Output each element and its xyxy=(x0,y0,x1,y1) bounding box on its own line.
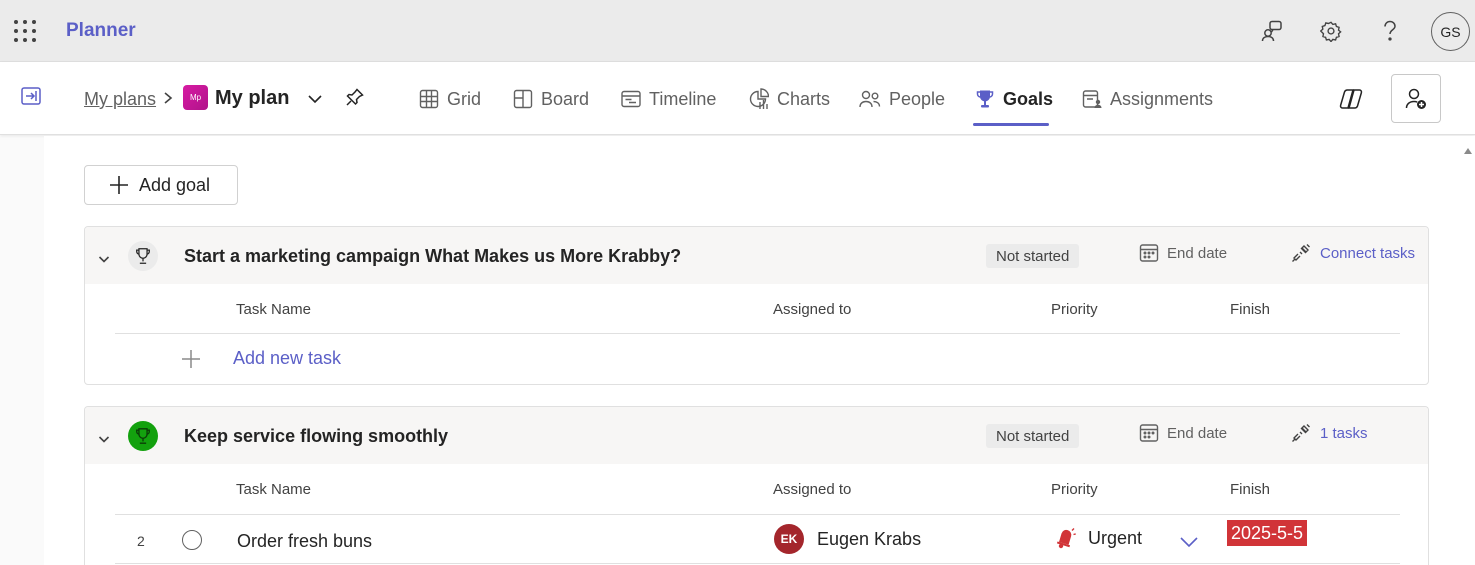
sidebar-toggle-icon[interactable] xyxy=(21,87,41,105)
app-header: Planner GS xyxy=(0,0,1475,62)
add-new-task-label: Add new task xyxy=(233,348,342,368)
link-icon xyxy=(1292,424,1310,442)
finish-date-overdue[interactable]: 2025-5-5 xyxy=(1227,520,1308,546)
status-badge[interactable]: Not started xyxy=(986,244,1080,268)
goal-header: Start a marketing campaign What Makes us… xyxy=(85,227,1428,284)
people-icon xyxy=(859,90,881,108)
tab-timeline[interactable]: Timeline xyxy=(621,84,716,114)
app-launcher-icon[interactable] xyxy=(14,20,36,42)
timeline-icon xyxy=(621,90,641,108)
divider xyxy=(115,333,1400,334)
settings-icon[interactable] xyxy=(1319,19,1343,43)
tab-label: Timeline xyxy=(649,88,717,109)
goal-trophy-icon xyxy=(128,241,158,271)
avatar: EK xyxy=(774,524,804,554)
plus-icon xyxy=(110,176,128,194)
share-plan-button[interactable] xyxy=(1391,74,1441,123)
scroll-up-arrow-icon[interactable] xyxy=(1463,142,1473,154)
plan-header: My plans Mp My plan Grid Board Timeline … xyxy=(0,62,1475,135)
divider xyxy=(115,563,1400,564)
add-person-icon xyxy=(1405,88,1426,109)
tab-goals[interactable]: Goals xyxy=(975,84,1053,114)
connected-tasks-label: 1 tasks xyxy=(1320,424,1368,442)
goal-title[interactable]: Keep service flowing smoothly xyxy=(184,426,448,447)
plus-icon xyxy=(182,349,200,368)
goal-card: Keep service flowing smoothly Not starte… xyxy=(84,406,1429,565)
urgent-bell-icon xyxy=(1056,528,1076,549)
copilot-icon[interactable] xyxy=(1339,88,1363,110)
user-avatar[interactable]: GS xyxy=(1431,12,1470,51)
end-date-picker[interactable]: End date xyxy=(1139,243,1227,263)
tab-label: Board xyxy=(541,88,590,109)
tab-assignments[interactable]: Assignments xyxy=(1082,84,1213,114)
plan-badge: Mp xyxy=(183,85,208,110)
tab-label: Assignments xyxy=(1110,88,1214,109)
trophy-icon xyxy=(976,90,994,108)
add-goal-label: Add goal xyxy=(139,174,211,195)
plan-title: My plan xyxy=(215,87,290,109)
connected-tasks-link[interactable]: 1 tasks xyxy=(1291,423,1368,443)
column-priority[interactable]: Priority xyxy=(1051,481,1098,498)
pin-icon[interactable] xyxy=(345,87,365,107)
column-task-name[interactable]: Task Name xyxy=(236,481,311,498)
tab-grid[interactable]: Grid xyxy=(419,84,481,114)
tab-label: Grid xyxy=(447,88,482,109)
goal-title[interactable]: Start a marketing campaign What Makes us… xyxy=(184,246,681,267)
column-finish[interactable]: Finish xyxy=(1230,301,1270,318)
charts-icon xyxy=(749,88,769,109)
collapse-chevron-icon[interactable] xyxy=(98,251,110,263)
assignments-icon xyxy=(1082,90,1102,108)
assignee-name: Eugen Krabs xyxy=(817,528,922,549)
link-icon xyxy=(1292,244,1310,262)
board-icon xyxy=(513,89,533,109)
end-date-picker[interactable]: End date xyxy=(1139,423,1227,443)
column-priority[interactable]: Priority xyxy=(1051,301,1098,318)
end-date-label: End date xyxy=(1167,424,1228,442)
help-icon[interactable] xyxy=(1378,19,1402,43)
tab-label: People xyxy=(889,88,946,109)
calendar-icon xyxy=(1139,244,1159,262)
divider xyxy=(115,514,1400,515)
tab-people[interactable]: People xyxy=(859,84,945,114)
tab-charts[interactable]: Charts xyxy=(749,84,830,114)
connect-tasks-label: Connect tasks xyxy=(1320,244,1416,262)
add-new-task-button[interactable]: Add new task xyxy=(181,348,341,369)
people-community-icon[interactable] xyxy=(1259,19,1283,43)
add-goal-button[interactable]: Add goal xyxy=(84,165,238,205)
goal-header: Keep service flowing smoothly Not starte… xyxy=(85,407,1428,464)
breadcrumb-chevron-icon xyxy=(162,89,174,107)
tab-label: Goals xyxy=(1003,88,1054,109)
breadcrumb-my-plans[interactable]: My plans xyxy=(84,89,156,110)
goal-card: Start a marketing campaign What Makes us… xyxy=(84,226,1429,385)
tab-board[interactable]: Board xyxy=(513,84,589,114)
goal-trophy-icon xyxy=(128,421,158,451)
column-assigned-to[interactable]: Assigned to xyxy=(773,301,851,318)
calendar-icon xyxy=(1139,424,1159,442)
column-task-name[interactable]: Task Name xyxy=(236,301,311,318)
priority-label: Urgent xyxy=(1088,527,1143,548)
end-date-label: End date xyxy=(1167,244,1228,262)
plan-menu-chevron-icon[interactable] xyxy=(307,92,323,104)
task-name[interactable]: Order fresh buns xyxy=(237,531,372,552)
status-badge[interactable]: Not started xyxy=(986,424,1080,448)
column-assigned-to[interactable]: Assigned to xyxy=(773,481,851,498)
grid-icon xyxy=(419,89,439,109)
collapse-chevron-icon[interactable] xyxy=(98,431,110,443)
app-name[interactable]: Planner xyxy=(66,20,136,42)
column-finish[interactable]: Finish xyxy=(1230,481,1270,498)
task-number: 2 xyxy=(137,533,145,549)
tab-label: Charts xyxy=(777,88,831,109)
task-complete-checkbox[interactable] xyxy=(182,530,202,550)
active-tab-indicator xyxy=(973,123,1049,126)
priority-select[interactable]: Urgent xyxy=(1054,527,1142,549)
connect-tasks-link[interactable]: Connect tasks xyxy=(1291,243,1415,263)
priority-dropdown-chevron-icon[interactable] xyxy=(1179,535,1199,548)
assignee[interactable]: EK Eugen Krabs xyxy=(774,524,921,554)
